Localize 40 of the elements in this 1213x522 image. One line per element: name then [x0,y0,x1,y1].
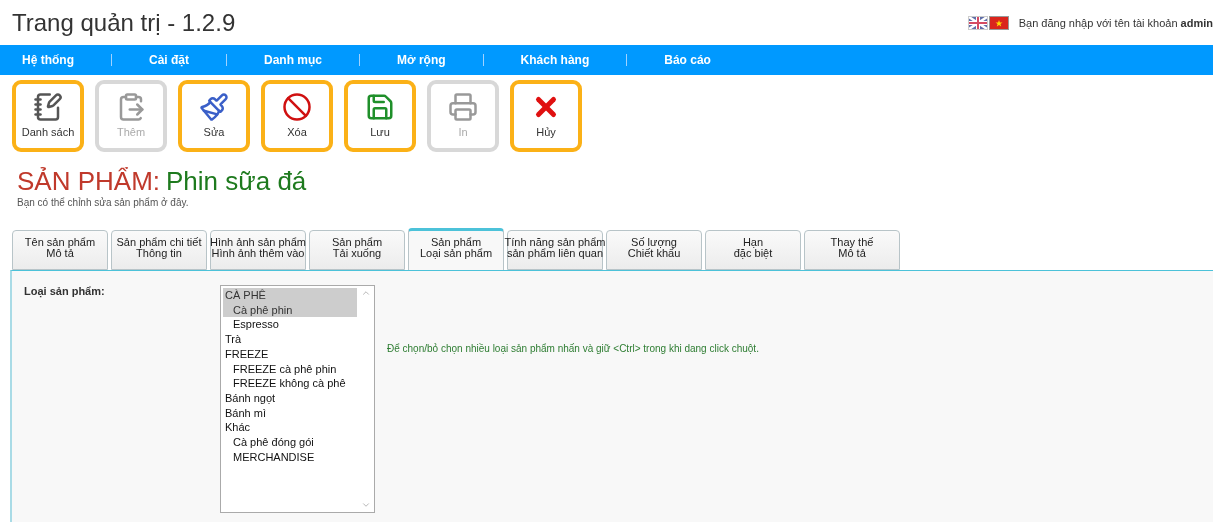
notebook-pen-icon [33,92,63,122]
tab[interactable]: Thay thế Mô tả [804,230,900,270]
printer-icon [448,92,478,122]
list-option[interactable]: FREEZE cà phê phin [223,361,357,377]
page-title: Trang quản trị - 1.2.9 [12,8,236,37]
toolbar-button[interactable]: Hủy [510,80,582,152]
toolbar-button[interactable]: Lưu [344,80,416,152]
tab[interactable]: Sản phẩm chi tiết Thông tin [111,230,207,270]
field-label: Loại sản phẩm: [24,285,106,300]
uk-flag-icon[interactable] [968,16,987,29]
tab[interactable]: Sản phẩm Tải xuống [309,230,405,270]
username: admin [1180,16,1213,29]
list-option[interactable]: Cà phê đóng gói [223,435,357,450]
toolbar-button[interactable]: Danh sách [12,80,84,152]
login-text: Bạn đăng nhập với tên tài khoản [1018,16,1178,29]
product-name: Phin sữa đá [166,166,307,197]
heading-label: SẢN PHẨM: [17,166,161,197]
hint-text: Để chọn/bỏ chọn nhiều loại sản phẩm nhấn và giữ <Ctrl> trong khi dang click chuột. [387,343,759,354]
prohibited-icon [282,92,312,122]
list-option[interactable]: Espresso [223,317,357,333]
list-option[interactable]: CÀ PHÊ [223,288,357,303]
toolbar-button[interactable]: Sửa [178,80,250,152]
tab[interactable]: Hình ảnh sản phẩm Hình ảnh thêm vào [210,230,306,270]
toolbar-button[interactable]: Xóa [261,80,333,152]
list-option[interactable]: Bánh mì [223,405,357,421]
list-option[interactable]: Khác [223,420,357,436]
tab[interactable]: Sản phẩm Loại sản phẩm [408,228,504,270]
list-option[interactable]: MERCHANDISE [223,449,357,465]
vietnam-flag-icon[interactable] [989,16,1008,29]
list-option[interactable]: Trà [223,332,357,347]
category-listbox[interactable]: CÀ PHÊ Cà phê phin Espresso Trà FREEZE FREEZE cà phê phin FREEZE không cà phê Bánh ngọt Bánh mì Khác Cà phê đóng gói MERCHANDISE [220,285,375,513]
tab[interactable]: Hạn đặc biệt [705,230,801,270]
list-option[interactable]: FREEZE không cà phê [223,376,357,391]
list-option[interactable]: FREEZE [223,346,357,362]
brush-icon [199,92,229,122]
tab[interactable]: Số lượng Chiết khấu [606,230,702,270]
tab[interactable]: Tên sản phẩm Mô tả [12,230,108,270]
list-option[interactable]: Bánh ngọt [223,390,357,406]
scroll-down-icon[interactable] [360,500,371,510]
subtitle: Bạn có thể chỉnh sửa sản phẩm ở đây. [16,197,190,208]
